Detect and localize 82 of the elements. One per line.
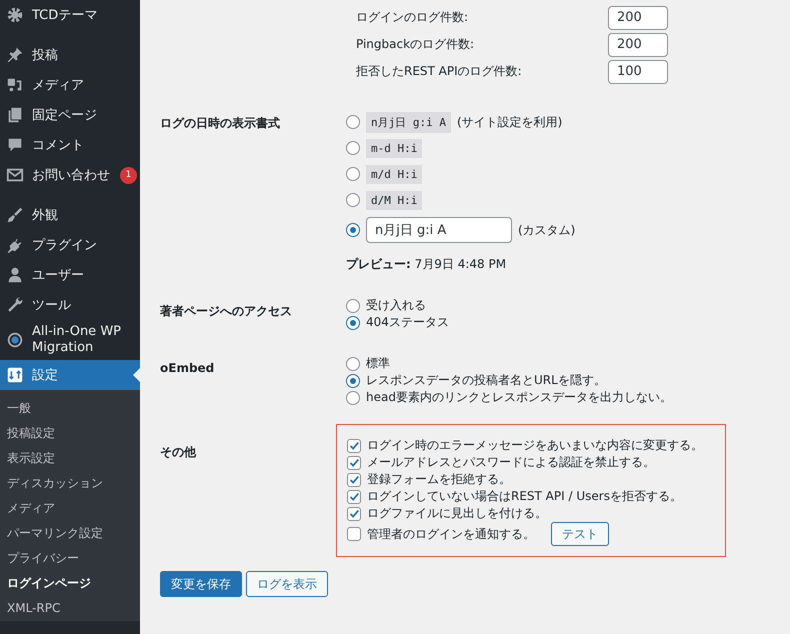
submenu-item[interactable]: メディア <box>0 496 140 521</box>
show-log-button[interactable]: ログを表示 <box>246 571 328 597</box>
option-label: 管理者のログインを通知する。 <box>367 526 535 542</box>
sidebar-item[interactable]: 設定 <box>0 360 140 390</box>
option-label: 標準 <box>366 355 390 372</box>
section-label: 著者ページへのアクセス <box>160 303 293 320</box>
field-label: ログインのログ件数: <box>356 9 470 26</box>
format-code: n月j日 g:i A <box>366 112 451 132</box>
option-label: 404ステータス <box>366 314 449 331</box>
checkbox[interactable] <box>347 490 361 504</box>
envelope-icon <box>6 166 24 184</box>
option-note: (サイト設定を利用) <box>456 114 562 130</box>
radio-button[interactable] <box>346 193 360 207</box>
plug-icon <box>6 236 24 254</box>
section-label: ログの日時の表示書式 <box>160 115 281 132</box>
submenu-item[interactable]: ログインページ <box>0 571 140 596</box>
submenu-item[interactable]: パーマリンク設定 <box>0 521 140 546</box>
sidebar-item[interactable]: お問い合わせ 1 <box>0 160 140 190</box>
option-label: ログイン時のエラーメッセージをあいまいな内容に変更する。 <box>367 437 703 454</box>
option-label: 登録フォームを拒絶する。 <box>367 471 511 488</box>
submenu-item[interactable]: 投稿設定 <box>0 421 140 446</box>
count-field[interactable]: 200 <box>608 32 668 56</box>
sidebar-item[interactable]: All-in-One WP Migration <box>0 320 140 360</box>
radio-button[interactable] <box>346 141 360 155</box>
radio-button[interactable] <box>346 115 360 129</box>
checkbox[interactable] <box>347 506 361 520</box>
format-code: m-d H:i <box>366 138 422 158</box>
notification-badge: 1 <box>120 166 137 184</box>
preview-text: プレビュー: 7月9日 4:48 PM <box>346 256 508 273</box>
test-button[interactable]: テスト <box>551 522 609 546</box>
ring-icon <box>6 331 24 349</box>
media-icon <box>6 76 24 94</box>
pages-icon <box>6 106 24 124</box>
radio-button[interactable] <box>346 316 360 330</box>
checkbox[interactable] <box>347 456 361 470</box>
section-label: その他 <box>160 444 197 461</box>
sidebar-item[interactable]: プラグイン <box>0 230 140 260</box>
radio-button[interactable] <box>346 374 360 388</box>
checkbox[interactable] <box>347 438 361 452</box>
sidebar-item[interactable]: ツール <box>0 290 140 320</box>
wrench-icon <box>6 296 24 314</box>
sidebar-item[interactable]: 固定ページ <box>0 100 140 130</box>
section-label: oEmbed <box>160 360 216 377</box>
radio-button[interactable] <box>346 356 360 370</box>
count-field[interactable]: 200 <box>608 6 668 30</box>
sidebar-item[interactable]: ユーザー <box>0 260 140 290</box>
radio-button[interactable] <box>346 390 360 404</box>
option-label: ログインしていない場合はREST API / Usersを拒否する。 <box>367 488 682 505</box>
count-field[interactable]: 100 <box>608 60 668 84</box>
submenu-item[interactable]: プライバシー <box>0 546 140 571</box>
pin-icon <box>6 46 24 64</box>
gear-icon <box>6 6 24 24</box>
option-label: レスポンスデータの投稿者名とURLを隠す。 <box>366 372 606 389</box>
sidebar-item[interactable]: コメント <box>0 130 140 160</box>
option-label: head要素内のリンクとレスポンスデータを出力しない。 <box>366 389 672 406</box>
radio-button[interactable] <box>346 167 360 181</box>
format-code: m/d H:i <box>366 164 422 184</box>
settings-icon <box>6 366 24 384</box>
sidebar-item[interactable]: 投稿 <box>0 40 140 70</box>
submenu-item[interactable]: ディスカッション <box>0 471 140 496</box>
user-icon <box>6 266 24 284</box>
submenu-item[interactable]: 一般 <box>0 396 140 421</box>
format-code: d/M H:i <box>366 190 422 210</box>
option-label: メールアドレスとパスワードによる認証を禁止する。 <box>367 454 655 471</box>
submenu-item[interactable]: XML-RPC <box>0 596 140 621</box>
field-label: Pingbackのログ件数: <box>356 36 476 53</box>
brush-icon <box>6 206 24 224</box>
submenu-item[interactable]: 表示設定 <box>0 446 140 471</box>
custom-format-field[interactable]: n月j日 g:i A <box>366 217 512 243</box>
option-label: 受け入れる <box>366 297 426 314</box>
sidebar-item[interactable]: メディア <box>0 70 140 100</box>
comment-icon <box>6 136 24 154</box>
option-label: ログファイルに見出しを付ける。 <box>367 505 547 522</box>
save-button[interactable]: 変更を保存 <box>160 571 242 597</box>
option-note: (カスタム) <box>518 222 576 238</box>
field-label: 拒否したREST APIのログ件数: <box>356 63 523 80</box>
checkbox[interactable] <box>347 527 361 541</box>
radio-button[interactable] <box>346 223 360 237</box>
sidebar-item[interactable]: TCDテーマ <box>0 0 140 30</box>
sidebar-item[interactable]: 外観 <box>0 200 140 230</box>
radio-button[interactable] <box>346 298 360 312</box>
checkbox[interactable] <box>347 472 361 486</box>
